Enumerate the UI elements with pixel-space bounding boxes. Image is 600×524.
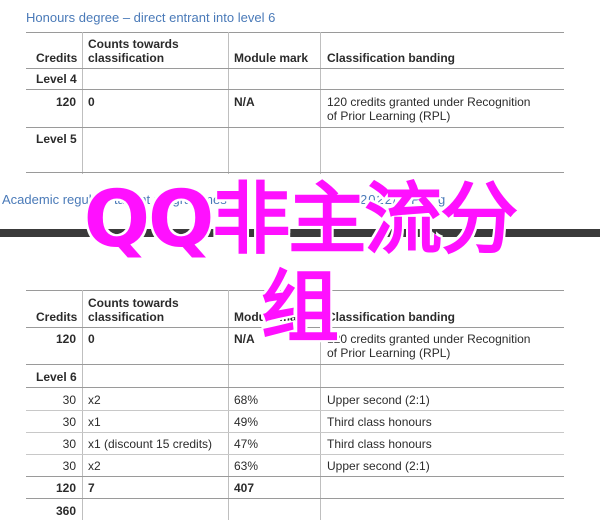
table2-row-credits: 120: [55, 332, 76, 346]
table1-row-rule: [26, 89, 564, 90]
table2-l6-row1-credits: 30: [62, 393, 76, 407]
table2-l6-row4-classification: Upper second (2:1): [327, 459, 430, 473]
table1-col-divider: [228, 32, 229, 174]
table2-l6-row3-credits: 30: [62, 437, 76, 451]
table2-total-mark: 407: [234, 481, 255, 495]
table2-grand-total-credits: 360: [55, 504, 76, 518]
table2-l6-row3-classification: Third class honours: [327, 437, 432, 451]
table2-row-rule: [26, 387, 564, 388]
table2-col-divider: [82, 290, 83, 520]
table2-header-counts-line2: classification: [88, 310, 165, 324]
table1-col-divider: [82, 32, 83, 174]
table2-col-divider: [228, 290, 229, 520]
table1-level5-label: Level 5: [36, 132, 77, 146]
dark-divider-bar: [0, 229, 600, 237]
table2-l6-row2-classification: Third class honours: [327, 415, 432, 429]
table2-row-rule: [26, 364, 564, 365]
table2-l6-row3-counts: x1 (discount 15 credits): [88, 437, 213, 451]
watermark-line1: QQ非主流分: [83, 175, 519, 265]
table2-row-classification-line2: of Prior Learning (RPL): [327, 346, 451, 360]
page-footer-band: Academic regul for taught programmes 202…: [0, 192, 600, 212]
footer-left-text: Academic regul for taught programmes: [2, 192, 227, 207]
table2-header-module-mark: Module mark: [234, 310, 309, 324]
table2-l6-row4-counts: x2: [88, 459, 101, 473]
table2-header-credits: Credits: [36, 310, 78, 324]
table1-header-rule: [26, 68, 564, 69]
table2-row-classification-line1: 120 credits granted under Recognition: [327, 332, 531, 346]
table2-total-counts: 7: [88, 481, 95, 495]
table1-row-module-mark: N/A: [234, 95, 255, 109]
table2-l6-row1-mark: 68%: [234, 393, 259, 407]
table2-l6-row2-credits: 30: [62, 415, 76, 429]
table2-row-module-mark: N/A: [234, 332, 255, 346]
table2-header-rule: [26, 327, 564, 328]
table2-header-counts-line1: Counts towards: [88, 296, 179, 310]
table1-col-divider: [320, 32, 321, 174]
table1-row-rule: [26, 127, 564, 128]
table1-top-rule: [26, 32, 564, 33]
table2-l6-row1-classification: Upper second (2:1): [327, 393, 430, 407]
table2-l6-row4-credits: 30: [62, 459, 76, 473]
table2-row-rule: [26, 432, 564, 433]
table1-row-credits: 120: [55, 95, 76, 109]
table2-l6-row1-counts: x2: [88, 393, 101, 407]
table2-row-counts: 0: [88, 332, 95, 346]
table2-top-rule: [26, 290, 564, 291]
footer-right-text: 2022/ | P a g e: [360, 192, 460, 207]
table2-col-divider: [320, 290, 321, 520]
table1-header-counts-line1: Counts towards: [88, 37, 179, 51]
table2-header-classification: Classification banding: [327, 310, 456, 324]
table2-l6-row3-mark: 47%: [234, 437, 259, 451]
table2-row-rule: [26, 454, 564, 455]
table1-row-counts: 0: [88, 95, 95, 109]
table1-header-module-mark: Module mark: [234, 51, 309, 65]
table1-header-counts-line2: classification: [88, 51, 165, 65]
table2-level6-label: Level 6: [36, 370, 77, 384]
table1-row-classification-line1: 120 credits granted under Recognition: [327, 95, 531, 109]
table2-row-rule: [26, 410, 564, 411]
table1-row-classification-line2: of Prior Learning (RPL): [327, 109, 451, 123]
table2-l6-row4-mark: 63%: [234, 459, 259, 473]
table1-title: Honours degree – direct entrant into lev…: [26, 10, 276, 25]
table2-total-credits: 120: [55, 481, 76, 495]
table2-l6-row2-counts: x1: [88, 415, 101, 429]
table1-bottom-rule: [26, 172, 564, 173]
table1-level4-label: Level 4: [36, 72, 77, 86]
table2-row-rule: [26, 476, 564, 477]
table2-l6-row2-mark: 49%: [234, 415, 259, 429]
table2-row-rule: [26, 498, 564, 499]
table1-header-classification: Classification banding: [327, 51, 456, 65]
table1-header-credits: Credits: [36, 51, 78, 65]
